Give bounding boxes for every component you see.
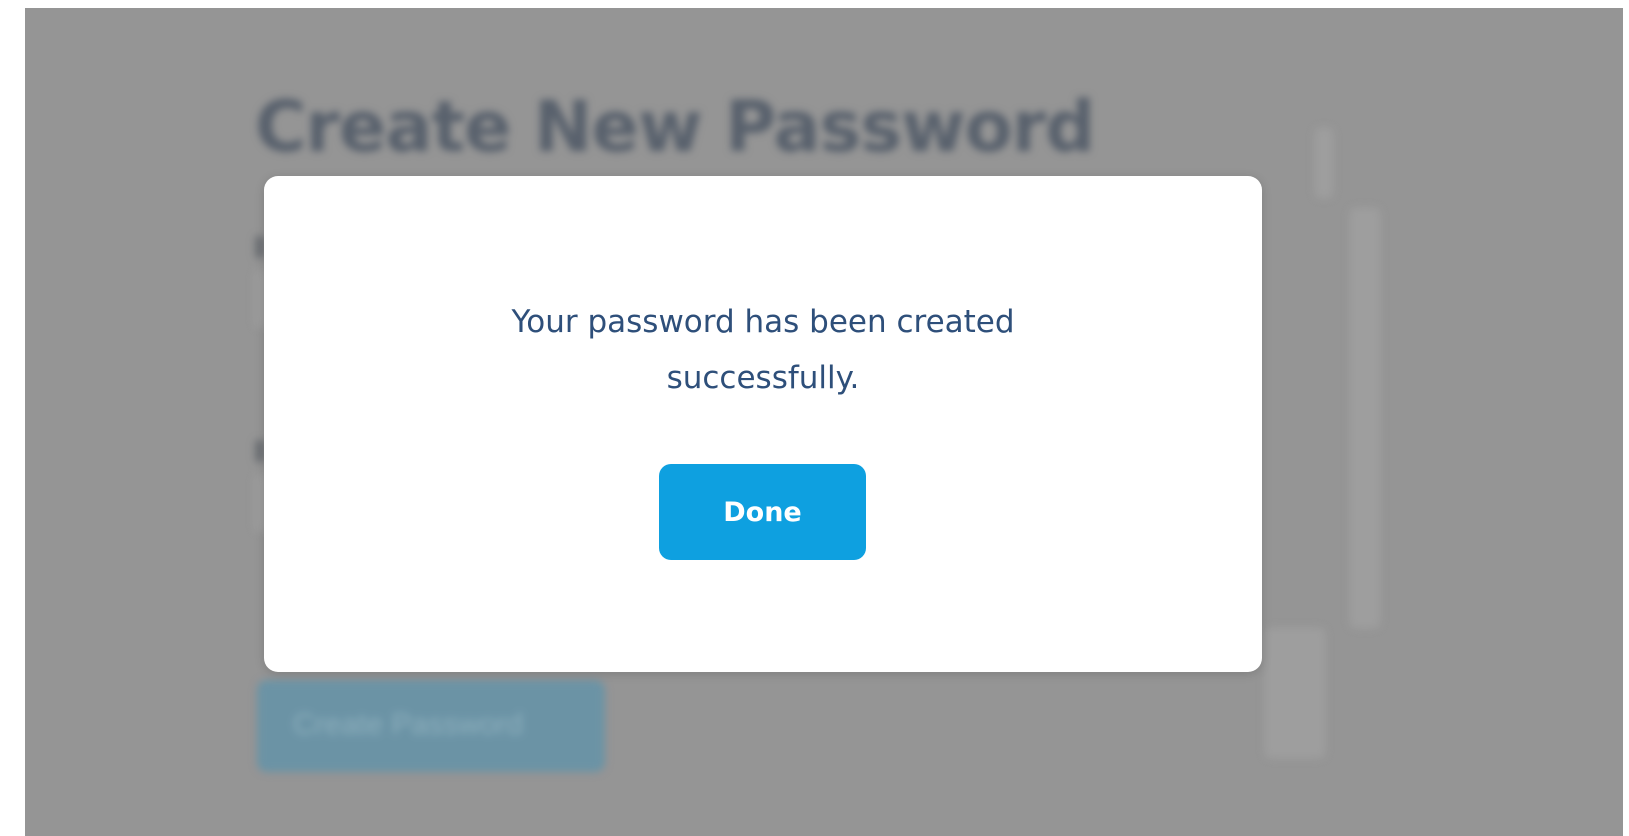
success-message-line-2: successfully. [666,360,860,396]
screen: Create New Password Create Password Your… [0,0,1629,836]
success-message: Your password has been created successfu… [264,294,1262,406]
success-dialog: Your password has been created successfu… [264,176,1262,672]
done-button[interactable]: Done [659,464,866,560]
success-message-line-1: Your password has been created [511,304,1015,340]
